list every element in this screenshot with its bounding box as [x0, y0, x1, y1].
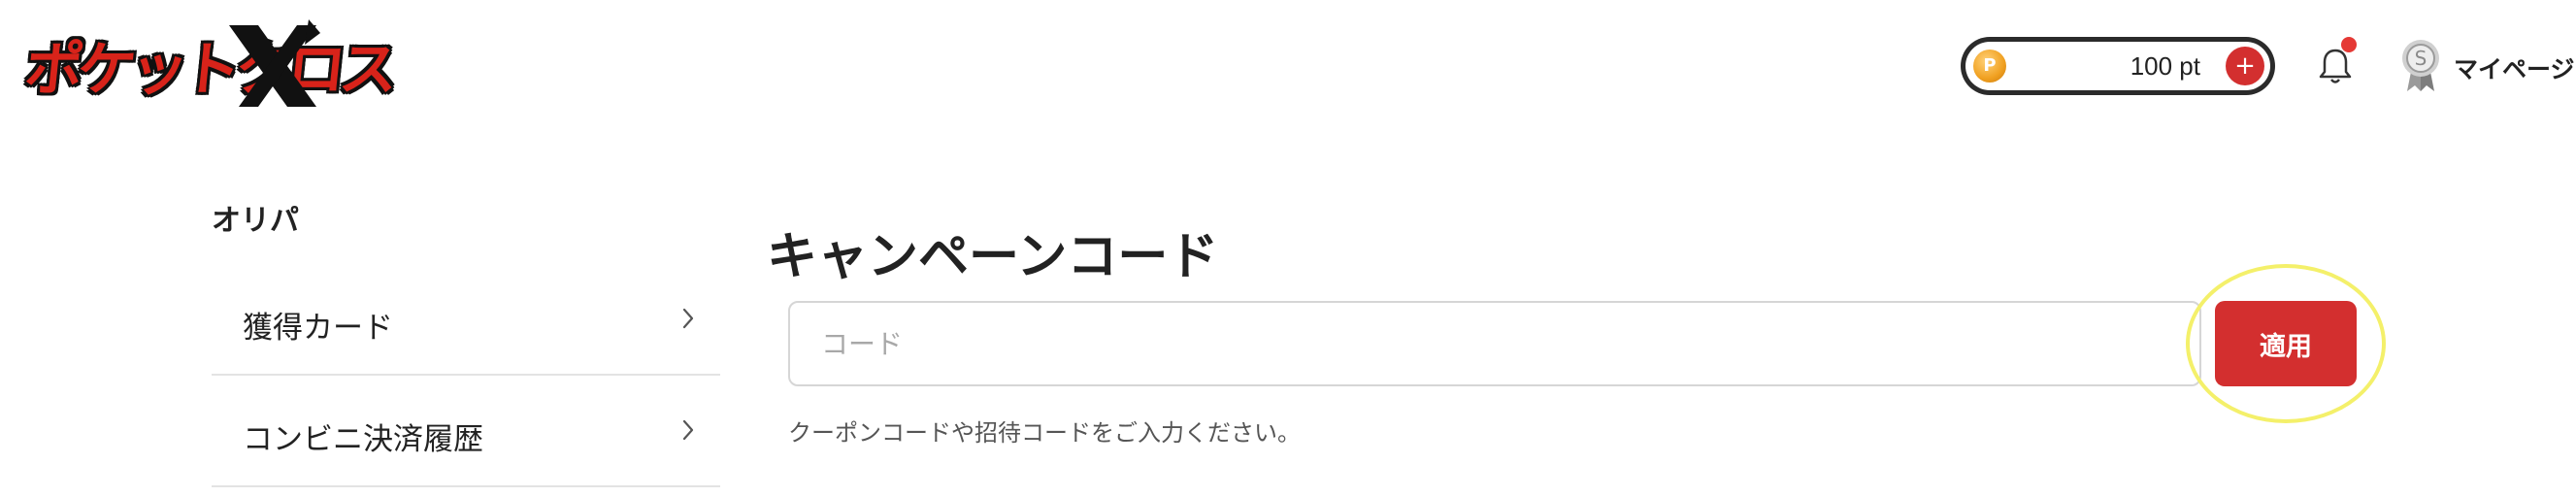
site-logo[interactable]: ポケットクロス [21, 16, 396, 116]
rank-medal-icon: S [2402, 40, 2439, 91]
campaign-code-input[interactable] [788, 301, 2201, 386]
site-header: ポケットクロス P 100 pt + S マイページ [0, 0, 2576, 131]
notification-dot [2341, 37, 2357, 52]
chevron-right-icon [682, 419, 694, 441]
apply-button[interactable]: 適用 [2215, 301, 2357, 386]
points-pill-inner: P 100 pt + [1965, 42, 2270, 90]
sidebar-item-label: 獲得カード [243, 311, 393, 346]
sidebar-heading: オリパ [212, 204, 299, 238]
mypage-label: マイページ [2454, 55, 2575, 83]
notifications-button[interactable] [2316, 37, 2357, 87]
points-balance[interactable]: P 100 pt + [1961, 37, 2275, 95]
page-title: キャンペーンコード [767, 228, 1219, 286]
sidebar-item-acquired-cards[interactable]: 獲得カード [212, 264, 720, 376]
sidebar-item-label: コンビニ決済履歴 [243, 422, 483, 457]
avatar-letter: S [2415, 47, 2427, 70]
points-value: 100 pt [2130, 51, 2200, 81]
help-text: クーポンコードや招待コードをご入力ください。 [788, 419, 1301, 447]
coin-icon: P [1973, 50, 2006, 83]
chevron-right-icon [682, 308, 694, 329]
logo-x-mark-icon [229, 19, 320, 107]
add-points-button[interactable]: + [2226, 47, 2264, 85]
sidebar-item-convenience-store-history[interactable]: コンビニ決済履歴 [212, 376, 720, 487]
